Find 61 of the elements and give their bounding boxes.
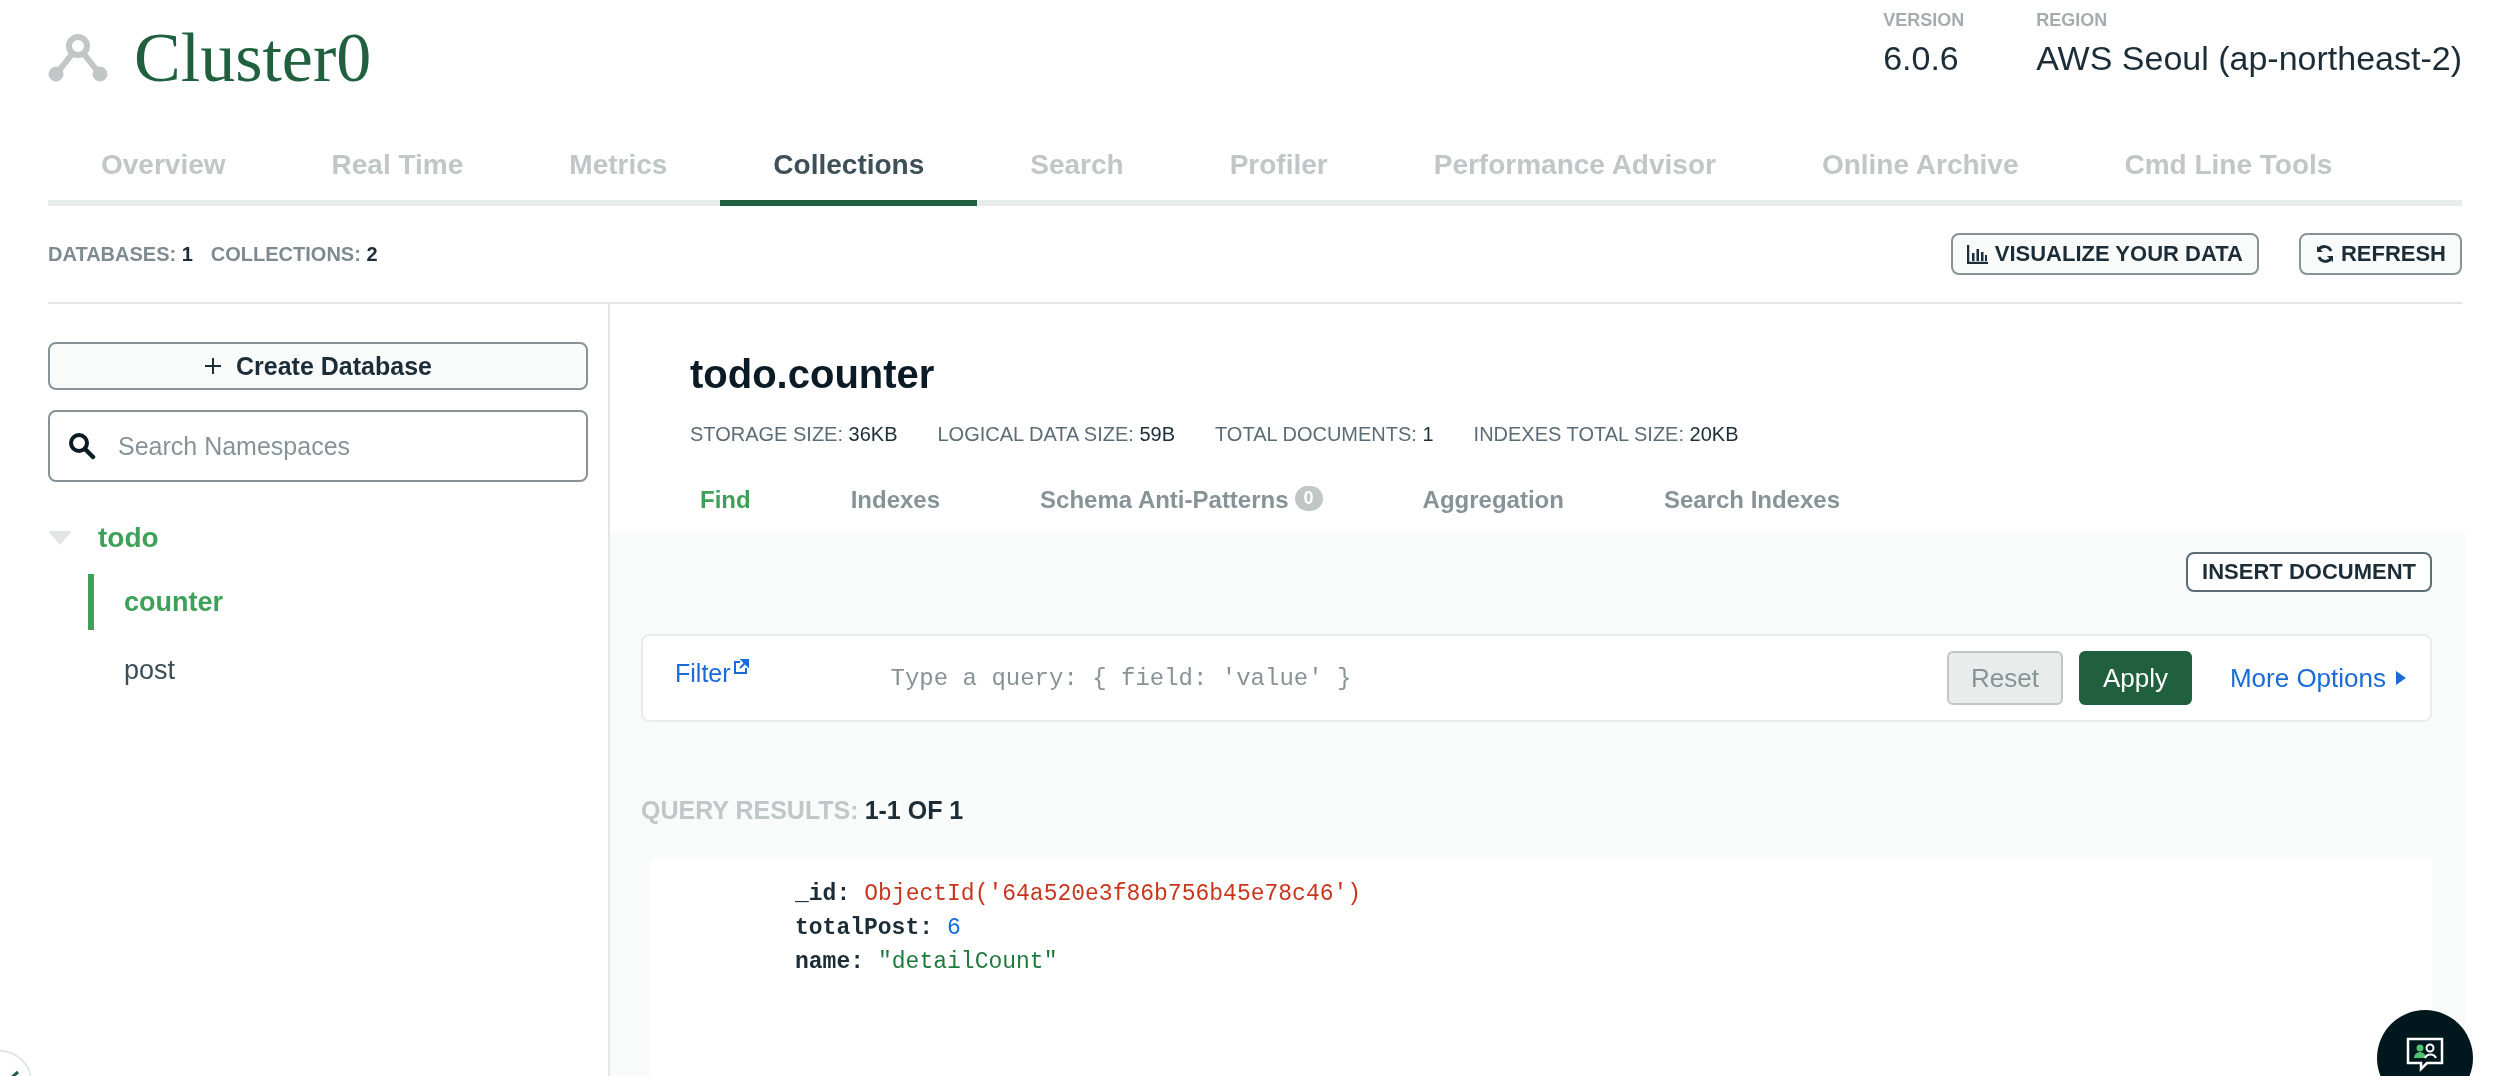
collection-item[interactable]: post bbox=[88, 642, 182, 698]
external-link-icon bbox=[732, 658, 749, 675]
stat-label: STORAGE SIZE: bbox=[690, 423, 843, 445]
chat-icon bbox=[2405, 1036, 2445, 1072]
info-label: VERSION bbox=[1883, 10, 1965, 31]
nav-tab[interactable]: Real Time bbox=[278, 130, 517, 206]
collection-tab[interactable]: Find bbox=[700, 486, 751, 532]
field-value: ObjectId('64a520e3f86b756b45e78c46') bbox=[864, 881, 1362, 909]
filter-link[interactable]: Filter bbox=[675, 658, 749, 688]
collection-tab[interactable]: Schema Anti-Patterns 0 bbox=[1040, 486, 1323, 532]
stat-label: LOGICAL DATA SIZE: bbox=[937, 423, 1134, 445]
results-label: QUERY RESULTS: bbox=[641, 796, 859, 825]
collection-title: todo.counter bbox=[690, 352, 936, 397]
field-value: "detailCount" bbox=[878, 949, 1058, 977]
results-count: 1-1 OF 1 bbox=[864, 796, 964, 825]
stat-value: 1 bbox=[1422, 423, 1434, 445]
summary-count: 1 bbox=[181, 242, 193, 265]
nav-tab[interactable]: Cmd Line Tools bbox=[2071, 130, 2386, 206]
stat-value: 36KB bbox=[848, 423, 898, 445]
summary-label: COLLECTIONS: bbox=[210, 242, 361, 265]
collection-item[interactable]: counter bbox=[88, 574, 229, 630]
nav-tab[interactable]: Collections bbox=[720, 130, 978, 206]
field-key: totalPost: bbox=[795, 915, 934, 949]
field-value: 6 bbox=[947, 915, 961, 943]
query-button[interactable]: Apply bbox=[2078, 651, 2192, 705]
info-label: REGION bbox=[2036, 10, 2109, 31]
nav-tab[interactable]: Overview bbox=[48, 130, 279, 206]
collection-tab[interactable]: Indexes bbox=[850, 486, 941, 532]
plus-icon bbox=[204, 357, 223, 375]
cluster-icon bbox=[48, 34, 108, 82]
stat-value: 20KB bbox=[1689, 423, 1739, 445]
more-options-link[interactable]: More Options bbox=[2229, 662, 2406, 694]
search-field[interactable]: Search Namespaces bbox=[48, 410, 588, 482]
collection-tab[interactable]: Search Indexes bbox=[1663, 486, 1840, 532]
create-database-button[interactable]: Create Database bbox=[48, 342, 588, 390]
query-field[interactable]: Type a query: { field: 'value' } bbox=[888, 663, 1931, 693]
summary-label: DATABASES: bbox=[48, 242, 177, 265]
refresh-icon bbox=[2314, 244, 2335, 264]
toolbar-button[interactable]: VISUALIZE YOUR DATA bbox=[1950, 233, 2259, 275]
field-key: name: bbox=[795, 949, 864, 983]
search-icon bbox=[68, 432, 96, 460]
nav-tab[interactable]: Metrics bbox=[516, 130, 721, 206]
count-badge: 0 bbox=[1294, 486, 1323, 511]
toolbar-button[interactable]: REFRESH bbox=[2298, 233, 2462, 275]
cluster-title: Cluster0 bbox=[134, 18, 372, 98]
info-value: 6.0.6 bbox=[1883, 39, 1960, 78]
triangle-right-icon bbox=[2396, 671, 2406, 685]
nav-tab[interactable]: Performance Advisor bbox=[1380, 130, 1769, 206]
insert-document-button[interactable]: INSERT DOCUMENT bbox=[2186, 552, 2432, 592]
field-key: _id: bbox=[795, 881, 851, 915]
collection-tab[interactable]: Aggregation bbox=[1422, 486, 1564, 532]
nav-tab[interactable]: Search bbox=[977, 130, 1177, 206]
bar-chart-icon bbox=[1966, 244, 1989, 264]
nav-tab[interactable]: Profiler bbox=[1176, 130, 1381, 206]
database-item[interactable]: todo bbox=[48, 510, 159, 566]
stat-label: INDEXES TOTAL SIZE: bbox=[1473, 423, 1684, 445]
info-value: AWS Seoul (ap-northeast-2) bbox=[2036, 39, 2462, 78]
stat-label: TOTAL DOCUMENTS: bbox=[1215, 423, 1417, 445]
summary-count: 2 bbox=[366, 242, 378, 265]
nav-tab[interactable]: Online Archive bbox=[1768, 130, 2072, 206]
stat-value: 59B bbox=[1139, 423, 1175, 445]
